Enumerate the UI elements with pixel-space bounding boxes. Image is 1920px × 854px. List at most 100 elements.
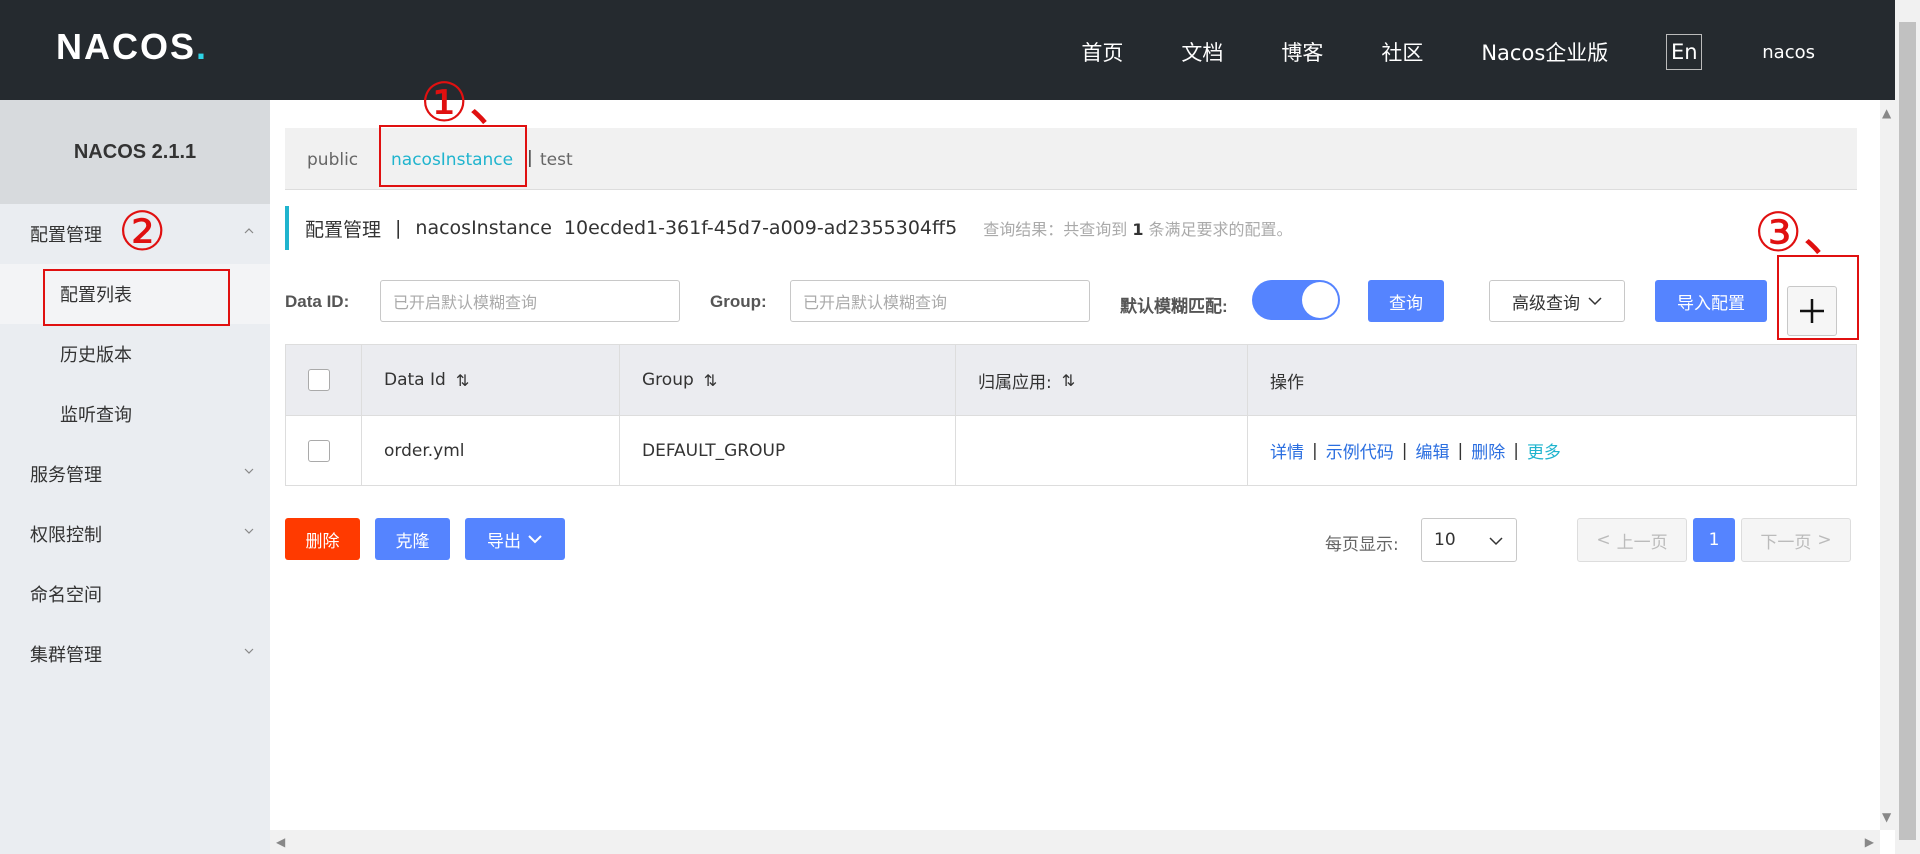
- table-header: Data Id ⇅ Group ⇅ 归属应用: ⇅ 操作: [286, 345, 1856, 415]
- export-label: 导出: [487, 531, 521, 552]
- prev-page-label: 上一页: [1616, 532, 1668, 553]
- config-table: Data Id ⇅ Group ⇅ 归属应用: ⇅ 操作 order.yml DEFA…: [285, 344, 1857, 486]
- breadcrumb-separator: |: [395, 217, 402, 239]
- op-sample-code-link[interactable]: 示例代码: [1326, 438, 1394, 463]
- annotation-number-three: ③、: [1754, 201, 1857, 264]
- annotation-number-two: ②: [118, 200, 167, 263]
- inner-vertical-scrollbar[interactable]: ▲ ▼: [1880, 100, 1895, 830]
- sort-icon[interactable]: ⇅: [1062, 371, 1075, 390]
- op-delete-link[interactable]: 删除: [1471, 438, 1505, 463]
- top-navbar: NACOS. 首页 文档 博客 社区 Nacos企业版 En nacos: [0, 0, 1895, 100]
- query-result-suffix: 条满足要求的配置。: [1148, 220, 1293, 239]
- sidebar-title: NACOS 2.1.1: [0, 100, 270, 204]
- sidebar-item-namespace[interactable]: 命名空间: [0, 564, 270, 624]
- scrollbar-thumb[interactable]: [1899, 22, 1916, 840]
- chevron-down-icon: [244, 648, 254, 654]
- dataid-label: Data ID:: [285, 292, 350, 311]
- query-result-text: 查询结果：共查询到 1 条满足要求的配置。: [983, 216, 1292, 240]
- row-checkbox[interactable]: [308, 439, 330, 462]
- header-dataid[interactable]: Data Id ⇅: [362, 345, 620, 415]
- page-size-value: 10: [1434, 530, 1456, 550]
- sidebar-item-history[interactable]: 历史版本: [0, 324, 270, 384]
- query-result-prefix: 查询结果：共查询到: [983, 220, 1128, 239]
- sidebar-group-cluster[interactable]: 集群管理: [0, 624, 270, 684]
- cell-group: DEFAULT_GROUP: [620, 416, 956, 485]
- header-group[interactable]: Group ⇅: [620, 345, 956, 415]
- annotation-box-config-list: [43, 269, 230, 326]
- dataid-input[interactable]: 已开启默认模糊查询: [380, 280, 680, 322]
- sidebar-group-service[interactable]: 服务管理: [0, 444, 270, 504]
- cell-operations: 详情 | 示例代码 | 编辑 | 删除 | 更多: [1248, 416, 1856, 485]
- table-row: order.yml DEFAULT_GROUP 详情 | 示例代码 | 编辑 |…: [286, 415, 1856, 485]
- nav-community[interactable]: 社区: [1381, 37, 1423, 67]
- sort-icon[interactable]: ⇅: [456, 371, 469, 390]
- page-size-label: 每页显示:: [1325, 535, 1399, 555]
- query-button[interactable]: 查询: [1368, 280, 1444, 322]
- page-1-button[interactable]: 1: [1693, 518, 1735, 562]
- clone-button[interactable]: 克隆: [375, 518, 450, 560]
- delete-button[interactable]: 删除: [285, 518, 360, 560]
- nav-blog[interactable]: 博客: [1281, 37, 1323, 67]
- scroll-left-arrow-icon[interactable]: ◀: [276, 835, 285, 849]
- op-more-link[interactable]: 更多: [1527, 438, 1561, 463]
- breadcrumb: 配置管理 | nacosInstance 10ecded1-361f-45d7-…: [285, 206, 1293, 250]
- sidebar-group-label: 命名空间: [30, 585, 102, 606]
- sidebar-item-listener[interactable]: 监听查询: [0, 384, 270, 444]
- chevron-down-icon: [244, 468, 254, 474]
- fuzzy-match-label: 默认模糊匹配:: [1120, 297, 1228, 316]
- header-app[interactable]: 归属应用: ⇅: [956, 345, 1248, 415]
- namespace-test[interactable]: test: [540, 150, 573, 170]
- horizontal-scrollbar[interactable]: ◀ ▶: [270, 830, 1880, 854]
- header-checkbox-cell: [286, 345, 362, 415]
- nav-enterprise[interactable]: Nacos企业版: [1481, 37, 1608, 67]
- op-separator: |: [1401, 440, 1408, 461]
- op-separator: |: [1457, 440, 1464, 461]
- nav-docs[interactable]: 文档: [1181, 37, 1223, 67]
- page-size-select[interactable]: 10: [1421, 518, 1517, 562]
- export-button[interactable]: 导出: [465, 518, 565, 560]
- chevron-down-icon: [244, 528, 254, 534]
- scroll-down-arrow-icon[interactable]: ▼: [1882, 810, 1891, 824]
- import-config-button[interactable]: 导入配置: [1655, 280, 1767, 322]
- header-group-label: Group: [642, 370, 694, 390]
- bottom-bar: 删除 克隆 导出 每页显示: 10 < 上一页 1 下一页 >: [285, 518, 1865, 562]
- nav-home[interactable]: 首页: [1081, 37, 1123, 67]
- group-input[interactable]: 已开启默认模糊查询: [790, 280, 1090, 322]
- op-edit-link[interactable]: 编辑: [1415, 438, 1449, 463]
- sidebar-group-label: 集群管理: [30, 645, 102, 666]
- prev-page-button[interactable]: < 上一页: [1577, 518, 1687, 562]
- scroll-up-arrow-icon[interactable]: ▲: [1882, 106, 1891, 120]
- sidebar-group-label: 服务管理: [30, 465, 102, 486]
- page-vertical-scrollbar[interactable]: [1895, 0, 1920, 854]
- annotation-number-one: ①、: [420, 71, 523, 134]
- namespace-public[interactable]: public: [307, 150, 358, 170]
- chevron-up-icon: [244, 228, 254, 234]
- op-separator: |: [1312, 440, 1318, 461]
- advanced-query-label: 高级查询: [1512, 293, 1580, 314]
- scroll-right-arrow-icon[interactable]: ▶: [1865, 835, 1874, 849]
- page-title: 配置管理: [305, 218, 382, 241]
- page: NACOS. 首页 文档 博客 社区 Nacos企业版 En nacos NAC…: [0, 0, 1920, 854]
- top-nav: 首页 文档 博客 社区 Nacos企业版 En nacos: [1023, 34, 1815, 70]
- header-operation-label: 操作: [1270, 372, 1304, 393]
- user-name[interactable]: nacos: [1762, 42, 1815, 63]
- breadcrumb-namespace: nacosInstance: [415, 217, 552, 239]
- next-page-button[interactable]: 下一页 >: [1741, 518, 1851, 562]
- namespace-separator: |: [527, 148, 533, 168]
- fuzzy-match-toggle[interactable]: [1252, 280, 1340, 320]
- cell-dataid: order.yml: [362, 416, 620, 485]
- annotation-box-add-button: [1777, 255, 1859, 340]
- group-label: Group:: [710, 292, 767, 311]
- sort-icon[interactable]: ⇅: [704, 371, 717, 390]
- language-switch[interactable]: En: [1666, 34, 1703, 70]
- sidebar-group-label: 配置管理: [30, 225, 102, 246]
- op-detail-link[interactable]: 详情: [1270, 438, 1304, 463]
- sidebar-group-auth[interactable]: 权限控制: [0, 504, 270, 564]
- cell-app: [956, 416, 1248, 485]
- nacos-logo[interactable]: NACOS.: [56, 26, 208, 68]
- chevron-left-icon: <: [1596, 530, 1611, 550]
- chevron-down-icon: [528, 535, 542, 544]
- select-all-checkbox[interactable]: [308, 369, 330, 391]
- breadcrumb-namespace-id: 10ecded1-361f-45d7-a009-ad2355304ff5: [563, 217, 958, 239]
- advanced-query-button[interactable]: 高级查询: [1489, 280, 1625, 322]
